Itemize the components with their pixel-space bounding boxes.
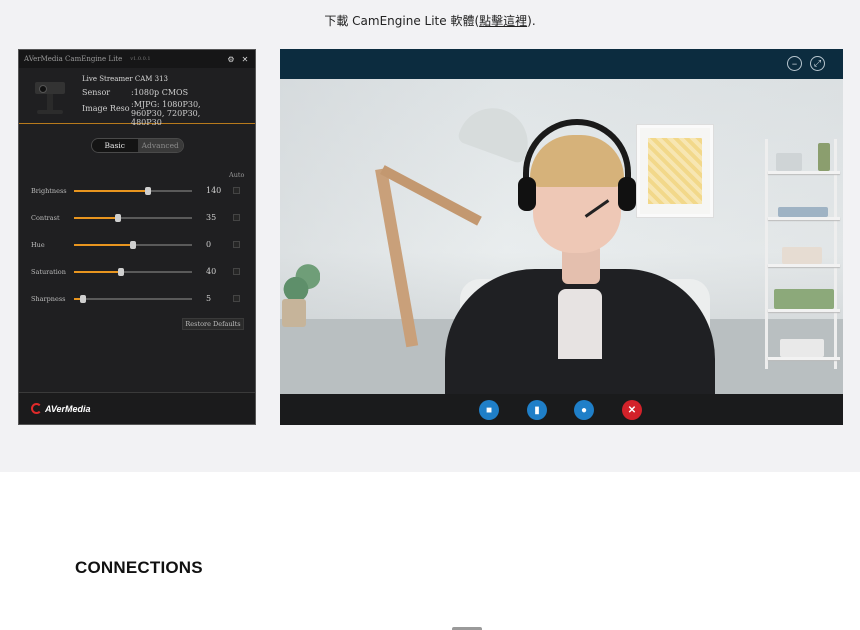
bookshelf — [765, 139, 840, 369]
camengine-version: v1.0.0.1 — [130, 56, 151, 62]
camera-model: Live Streamer CAM 313 — [82, 75, 168, 83]
slider-value: 40 — [206, 267, 217, 276]
brand-name: AVerMedia — [45, 403, 91, 414]
slider-label: Contrast — [31, 214, 60, 222]
settings-tabs: Basic Advanced — [91, 138, 184, 153]
sensor-value: :1080p CMOS — [131, 88, 189, 97]
webcam-icon — [29, 76, 73, 116]
video-camera-icon[interactable]: ■ — [479, 400, 499, 420]
slider-handle[interactable] — [118, 268, 125, 276]
slider-fill — [74, 217, 118, 219]
auto-checkbox[interactable] — [233, 295, 240, 302]
restore-defaults-button[interactable]: Restore Defaults — [182, 318, 244, 330]
gear-icon[interactable]: ⚙ — [226, 54, 236, 64]
download-suffix: ). — [527, 14, 536, 28]
resolution-row: Image Reso :MJPG: 1080P30, 960P30, 720P3… — [82, 100, 231, 127]
slider-value: 5 — [206, 294, 212, 303]
potted-plant — [280, 264, 325, 334]
camengine-title: AVerMedia CamEngine Lite — [24, 55, 123, 63]
camengine-window: AVerMedia CamEngine Lite v1.0.0.1 ⚙ ✕ Li… — [18, 49, 256, 425]
connections-heading: CONNECTIONS — [75, 558, 203, 577]
slider-value: 35 — [206, 213, 217, 222]
auto-checkbox[interactable] — [233, 268, 240, 275]
slider-track[interactable] — [74, 187, 192, 195]
slider-handle[interactable] — [130, 241, 136, 249]
wall-art — [637, 125, 713, 217]
hang-up-icon[interactable]: ✕ — [622, 400, 642, 420]
slider-fill — [74, 244, 133, 246]
slider-label: Saturation — [31, 268, 66, 276]
auto-column-label: Auto — [229, 171, 245, 179]
tab-advanced[interactable]: Advanced — [137, 139, 183, 152]
avermedia-logo: AVerMedia — [31, 403, 91, 414]
download-instructions: 下載 CamEngine Lite 軟體(點擊這裡). — [0, 12, 860, 29]
slider-handle[interactable] — [114, 214, 121, 222]
slider-saturation: Saturation 40 — [31, 266, 251, 278]
slider-sharpness: Sharpness 5 — [31, 293, 251, 305]
auto-checkbox[interactable] — [233, 214, 240, 221]
minimize-icon[interactable]: − — [787, 56, 802, 71]
avermedia-logo-icon — [31, 403, 42, 414]
slider-fill — [74, 271, 122, 273]
sensor-label: Sensor — [82, 88, 111, 97]
resolution-label: Image Reso — [82, 104, 130, 113]
camengine-footer: AVerMedia — [19, 392, 255, 424]
slider-brightness: Brightness 140 — [31, 185, 251, 197]
slider-fill — [74, 190, 149, 192]
call-controls: ■ ▮ ● ✕ — [280, 394, 843, 425]
slider-contrast: Contrast 35 — [31, 212, 251, 224]
video-call-header: − ⤢ — [280, 49, 843, 79]
slider-value: 0 — [206, 240, 212, 249]
slider-track[interactable] — [74, 214, 192, 222]
fullscreen-icon[interactable]: ⤢ — [810, 56, 825, 71]
slider-handle[interactable] — [145, 187, 152, 195]
slider-label: Hue — [31, 241, 45, 249]
sensor-row: Sensor :1080p CMOS — [82, 88, 231, 97]
camengine-titlebar: AVerMedia CamEngine Lite v1.0.0.1 ⚙ ✕ — [19, 50, 255, 68]
slider-handle[interactable] — [80, 295, 87, 303]
slider-track[interactable] — [74, 241, 192, 249]
video-call-window: − ⤢ ■ ▮ ● ✕ — [280, 49, 843, 425]
slider-track[interactable] — [74, 295, 192, 303]
auto-checkbox[interactable] — [233, 241, 240, 248]
close-icon[interactable]: ✕ — [240, 54, 250, 64]
video-feed — [280, 79, 843, 394]
chat-bubble-icon[interactable]: ● — [574, 400, 594, 420]
camera-info: Live Streamer CAM 313 Sensor :1080p CMOS… — [19, 68, 255, 127]
slider-hue: Hue 0 — [31, 239, 251, 251]
resolution-value: :MJPG: 1080P30, 960P30, 720P30, 480P30 — [131, 100, 201, 127]
download-link[interactable]: 點擊這裡 — [479, 14, 527, 28]
slider-label: Brightness — [31, 187, 67, 195]
slider-label: Sharpness — [31, 295, 66, 303]
download-prefix: 下載 CamEngine Lite 軟體( — [324, 14, 480, 28]
signal-bars-icon[interactable]: ▮ — [527, 400, 547, 420]
tab-basic[interactable]: Basic — [92, 139, 138, 152]
auto-checkbox[interactable] — [233, 187, 240, 194]
slider-track[interactable] — [74, 268, 192, 276]
slider-value: 140 — [206, 186, 222, 195]
